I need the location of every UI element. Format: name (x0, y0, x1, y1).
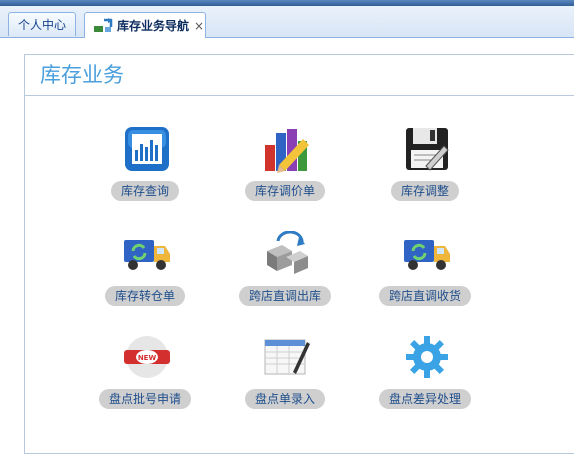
item-price-adjustment[interactable]: 库存调价单 (225, 125, 345, 205)
transfer-box-icon (267, 231, 308, 274)
item-label: 库存调整 (390, 181, 460, 201)
item-inventory-adjust[interactable]: 库存调整 (365, 125, 485, 205)
item-cross-store-out[interactable]: 跨店直调出库 (225, 230, 345, 310)
floppy-edit-icon (406, 128, 449, 171)
item-label: 盘点单录入 (244, 389, 326, 409)
item-warehouse-transfer[interactable]: 库存转仓单 (85, 230, 205, 310)
close-icon[interactable]: × (194, 19, 204, 33)
truck-icon (404, 240, 450, 270)
item-label: 库存查询 (110, 181, 180, 201)
tab-personal-center[interactable]: 个人中心 (8, 12, 76, 36)
truck-icon (124, 240, 170, 270)
content-panel: 库存业务 库存查询 库存调价单 库存调整 库存转仓单 跨店直调出库 跨店直调收货… (8, 38, 574, 454)
new-badge-icon: NEW (124, 336, 170, 378)
item-cross-store-receive[interactable]: 跨店直调收货 (365, 230, 485, 310)
sheet-pen-icon (264, 339, 310, 375)
item-label: 盘点差异处理 (378, 389, 472, 409)
transfer-icon (94, 17, 113, 32)
inventory-section: 库存业务 库存查询 库存调价单 库存调整 库存转仓单 跨店直调出库 跨店直调收货… (24, 54, 574, 454)
page-title: 库存业务 (25, 55, 574, 96)
gear-icon (406, 336, 448, 378)
item-batch-application[interactable]: NEW 盘点批号申请 (85, 333, 205, 413)
tab-strip: 个人中心 库存业务导航 × (0, 6, 574, 38)
item-inventory-query[interactable]: 库存查询 (85, 125, 205, 205)
item-label: 盘点批号申请 (98, 389, 192, 409)
bar-pencil-icon (265, 129, 309, 173)
item-count-entry[interactable]: 盘点单录入 (225, 333, 345, 413)
item-label: 库存调价单 (244, 181, 326, 201)
tab-inventory-nav[interactable]: 库存业务导航 × (84, 12, 206, 38)
svg-text:NEW: NEW (138, 354, 157, 362)
tab-label: 库存业务导航 (117, 19, 190, 33)
item-label: 跨店直调收货 (378, 286, 472, 306)
item-label: 跨店直调出库 (238, 286, 332, 306)
item-variance-processing[interactable]: 盘点差异处理 (365, 333, 485, 413)
item-label: 库存转仓单 (104, 286, 186, 306)
chart-icon (125, 127, 169, 171)
tab-label: 个人中心 (17, 18, 66, 32)
